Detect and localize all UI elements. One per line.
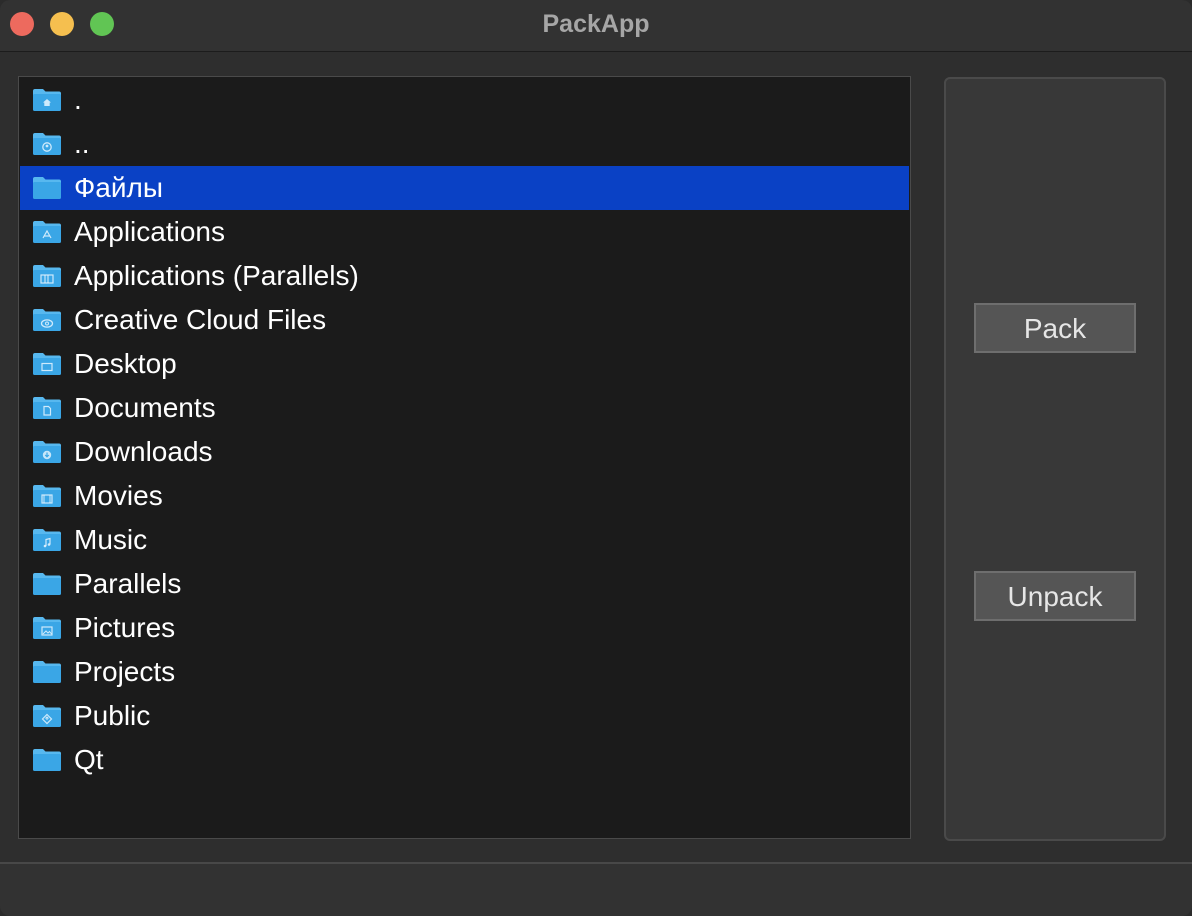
file-list-item-label: Desktop: [74, 348, 177, 379]
file-list-item[interactable]: Downloads: [20, 430, 909, 474]
file-list-item-label: Pictures: [74, 612, 176, 643]
file-list-item-label: .: [74, 84, 82, 115]
file-list-item-label: Projects: [74, 656, 176, 687]
file-list-item[interactable]: ..: [20, 122, 909, 166]
folder-icon: [32, 659, 62, 685]
file-list-item[interactable]: Applications (Parallels): [20, 254, 909, 298]
documents-folder-icon: [32, 395, 62, 421]
home-folder-icon: [32, 87, 62, 113]
file-list-item[interactable]: Файлы: [20, 166, 909, 210]
folder-icon: [32, 175, 62, 201]
file-list-item[interactable]: .: [20, 78, 909, 122]
window-title: PackApp: [542, 10, 650, 38]
file-list-item[interactable]: Pictures: [20, 606, 909, 650]
folder-icon: [32, 747, 62, 773]
movies-folder-icon: [32, 483, 62, 509]
file-list-item[interactable]: Qt: [20, 738, 909, 782]
file-list-item-label: Downloads: [74, 436, 213, 467]
file-list-item-label: Applications (Parallels): [74, 260, 359, 291]
downloads-folder-icon: [32, 439, 62, 465]
file-list-item-label: Creative Cloud Files: [74, 304, 327, 335]
file-list-item[interactable]: Parallels: [20, 562, 909, 606]
user-folder-icon: [32, 131, 62, 157]
file-list[interactable]: ... Файлы Applications Applications (Parall…: [18, 76, 911, 839]
file-list-item[interactable]: Applications: [20, 210, 909, 254]
file-list-item[interactable]: Desktop: [20, 342, 909, 386]
applications-folder-icon: [32, 219, 62, 245]
creative-cloud-folder-icon: [32, 307, 62, 333]
file-list-item-label: Movies: [74, 480, 163, 511]
parallels-apps-folder-icon: [32, 263, 62, 289]
file-list-item-label: Parallels: [74, 568, 182, 599]
folder-icon: [32, 571, 62, 597]
music-folder-icon: [32, 527, 62, 553]
title-bar[interactable]: PackApp: [0, 0, 1192, 52]
status-bar: [0, 862, 1192, 916]
file-list-item[interactable]: Movies: [20, 474, 909, 518]
file-list-item[interactable]: Documents: [20, 386, 909, 430]
action-panel: Pack Unpack: [944, 77, 1166, 841]
file-list-item[interactable]: Creative Cloud Files: [20, 298, 909, 342]
public-folder-icon: [32, 703, 62, 729]
file-list-item[interactable]: Music: [20, 518, 909, 562]
unpack-button[interactable]: Unpack: [974, 571, 1136, 621]
file-list-item[interactable]: Projects: [20, 650, 909, 694]
file-list-item-label: Music: [74, 524, 148, 555]
app-window: PackApp ... Файлы Applications Applications…: [0, 0, 1192, 916]
file-list-item[interactable]: Public: [20, 694, 909, 738]
pictures-folder-icon: [32, 615, 62, 641]
file-list-item-label: ..: [74, 128, 90, 159]
file-list-item-label: Public: [74, 700, 151, 731]
pack-button[interactable]: Pack: [974, 303, 1136, 353]
file-list-item-label: Qt: [74, 744, 104, 775]
file-list-item-label: Applications: [74, 216, 225, 247]
file-list-item-label: Documents: [74, 392, 216, 423]
file-list-item-label: Файлы: [74, 172, 163, 203]
desktop-folder-icon: [32, 351, 62, 377]
